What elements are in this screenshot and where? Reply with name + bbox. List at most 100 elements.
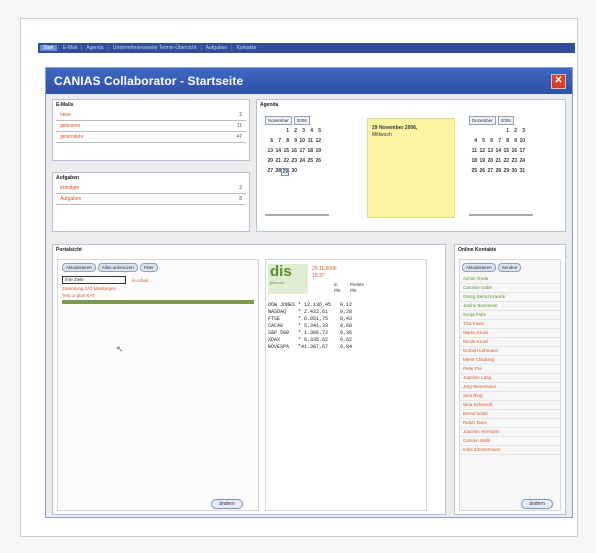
contact-item[interactable]: Sonja Fahs	[460, 311, 560, 320]
goal-field[interactable]: Ihre Ziele	[62, 276, 126, 284]
calendar-day[interactable]: 23	[509, 158, 517, 164]
calendar-day[interactable]: 15	[281, 148, 289, 154]
nav-item[interactable]: Agenda	[83, 45, 106, 51]
calendar-day[interactable]: 15	[501, 148, 509, 154]
task-label[interactable]: erledigte	[60, 185, 79, 191]
online-tab[interactable]: Senden	[497, 263, 522, 272]
calendar-day[interactable]: 24	[297, 158, 305, 164]
calendar-day[interactable]: 30	[289, 168, 297, 176]
change-button[interactable]: ändern	[521, 499, 553, 509]
calendar-day[interactable]: 20	[485, 158, 493, 164]
calendar-day[interactable]: 16	[289, 148, 297, 154]
calendar-day[interactable]: 27	[485, 168, 493, 174]
calendar-day[interactable]: 8	[501, 138, 509, 144]
email-row[interactable]: gelesene 11	[56, 121, 246, 132]
contact-item[interactable]: Jörg Reinemann	[460, 383, 560, 392]
email-label[interactable]: gelesene	[60, 123, 80, 129]
calendar-day[interactable]: 6	[485, 138, 493, 144]
year-select[interactable]: 2006	[497, 116, 514, 125]
contact-item[interactable]: Joachim Lang	[460, 374, 560, 383]
contact-item[interactable]: Nicole Kruse	[460, 338, 560, 347]
calendar-day[interactable]: 19	[313, 148, 321, 154]
contact-item[interactable]: Imke Zimmermann	[460, 446, 560, 455]
contact-item[interactable]: Meret Clauberg	[460, 356, 560, 365]
calendar-day[interactable]: 8	[281, 138, 289, 144]
calendar-day[interactable]: 14	[273, 148, 281, 154]
calendar-day[interactable]: 18	[305, 148, 313, 154]
calendar-day[interactable]: 4	[305, 128, 313, 134]
year-select[interactable]: 2006	[293, 116, 310, 125]
calendar-day[interactable]: 12	[477, 148, 485, 154]
calendar-day[interactable]: 17	[517, 148, 525, 154]
calendar-day[interactable]: 23	[289, 158, 297, 164]
calendar-day[interactable]: 26	[477, 168, 485, 174]
email-row[interactable]: gesendete 47	[56, 132, 246, 143]
contact-item[interactable]: Joachim Hermann	[460, 428, 560, 437]
calendar-day[interactable]: 18	[469, 158, 477, 164]
calendar-day[interactable]: 27	[265, 168, 273, 176]
calendar-day[interactable]: 22	[501, 158, 509, 164]
calendar-day[interactable]: 30	[509, 168, 517, 174]
online-tab[interactable]: Aktualisieren	[462, 263, 496, 272]
calendar-day[interactable]: 28	[493, 168, 501, 174]
contact-item[interactable]: Sina Ring	[460, 392, 560, 401]
calendar-day[interactable]: 2	[289, 128, 297, 134]
calendar-day[interactable]: 25	[469, 168, 477, 174]
calendar-day[interactable]: 9	[509, 138, 517, 144]
calendar-day[interactable]: 25	[305, 158, 313, 164]
contact-item[interactable]: Nina Schwerdt	[460, 401, 560, 410]
calendar-day[interactable]: 10	[517, 138, 525, 144]
calendar-day[interactable]: 19	[477, 158, 485, 164]
portal-tab[interactable]: Alles ankreuzen	[97, 263, 138, 272]
contact-item[interactable]: Peter Pur	[460, 365, 560, 374]
portal-tab[interactable]: Filter	[139, 263, 158, 272]
calendar-day[interactable]: 21	[273, 158, 281, 164]
calendar-day[interactable]: 4	[469, 138, 477, 144]
calendar-day[interactable]: 31	[517, 168, 525, 174]
calendar-day[interactable]: 11	[305, 138, 313, 144]
calendar-day[interactable]: 7	[273, 138, 281, 144]
contact-item[interactable]: Tina Franz	[460, 320, 560, 329]
email-label[interactable]: gesendete	[60, 134, 83, 140]
task-label[interactable]: Aufgaben	[60, 196, 81, 202]
month-select[interactable]: Dezember	[469, 116, 496, 125]
email-label[interactable]: neue	[60, 112, 71, 118]
calendar-day[interactable]: 1	[281, 128, 289, 134]
calendar-day[interactable]: 29	[281, 168, 289, 176]
calendar-day[interactable]: 16	[509, 148, 517, 154]
email-row[interactable]: neue 2	[56, 110, 246, 121]
contact-item[interactable]: Ralph Tams	[460, 419, 560, 428]
calendar-day[interactable]: 24	[517, 158, 525, 164]
calendar-day[interactable]: 20	[265, 158, 273, 164]
nav-item[interactable]: Aufgaben	[203, 45, 230, 51]
portal-link[interactable]: Sammlung IVO Meldungen	[58, 285, 258, 292]
close-icon[interactable]: ✕	[551, 73, 566, 89]
contact-item[interactable]: Carsten Wahl	[460, 437, 560, 446]
calendar-day[interactable]: 2	[509, 128, 517, 134]
calendar-day[interactable]: 10	[297, 138, 305, 144]
calendar-day[interactable]: 3	[517, 128, 525, 134]
contact-item[interactable]: Achim Trede	[460, 275, 560, 284]
calendar-day[interactable]: 3	[297, 128, 305, 134]
nav-item[interactable]: Unternehmensweite Termin-Übersicht	[110, 45, 200, 51]
contact-item[interactable]: Janine Bienmeier	[460, 302, 560, 311]
change-button[interactable]: ändern	[211, 499, 243, 509]
month-select[interactable]: November	[265, 116, 292, 125]
calendar-day[interactable]: 13	[485, 148, 493, 154]
calendar-day[interactable]: 12	[313, 138, 321, 144]
calendar-day[interactable]: 13	[265, 148, 273, 154]
calendar-day[interactable]: 28	[273, 168, 281, 176]
calendar-day[interactable]: 11	[469, 148, 477, 154]
calendar-day[interactable]: 29	[501, 168, 509, 174]
nav-item[interactable]: Kontakte	[234, 45, 260, 51]
calendar-day[interactable]: 9	[289, 138, 297, 144]
nav-item[interactable]: Start	[40, 45, 57, 51]
calendar-day[interactable]: 7	[493, 138, 501, 144]
task-row[interactable]: Aufgaben 8	[56, 194, 246, 205]
calendar-day[interactable]: 21	[493, 158, 501, 164]
calendar-day[interactable]: 17	[297, 148, 305, 154]
calendar-day[interactable]: 6	[265, 138, 273, 144]
portal-link[interactable]: Test or plan KAT	[58, 292, 258, 299]
contact-item[interactable]: Georg Bernd Kranick	[460, 293, 560, 302]
calendar-day[interactable]: 14	[493, 148, 501, 154]
